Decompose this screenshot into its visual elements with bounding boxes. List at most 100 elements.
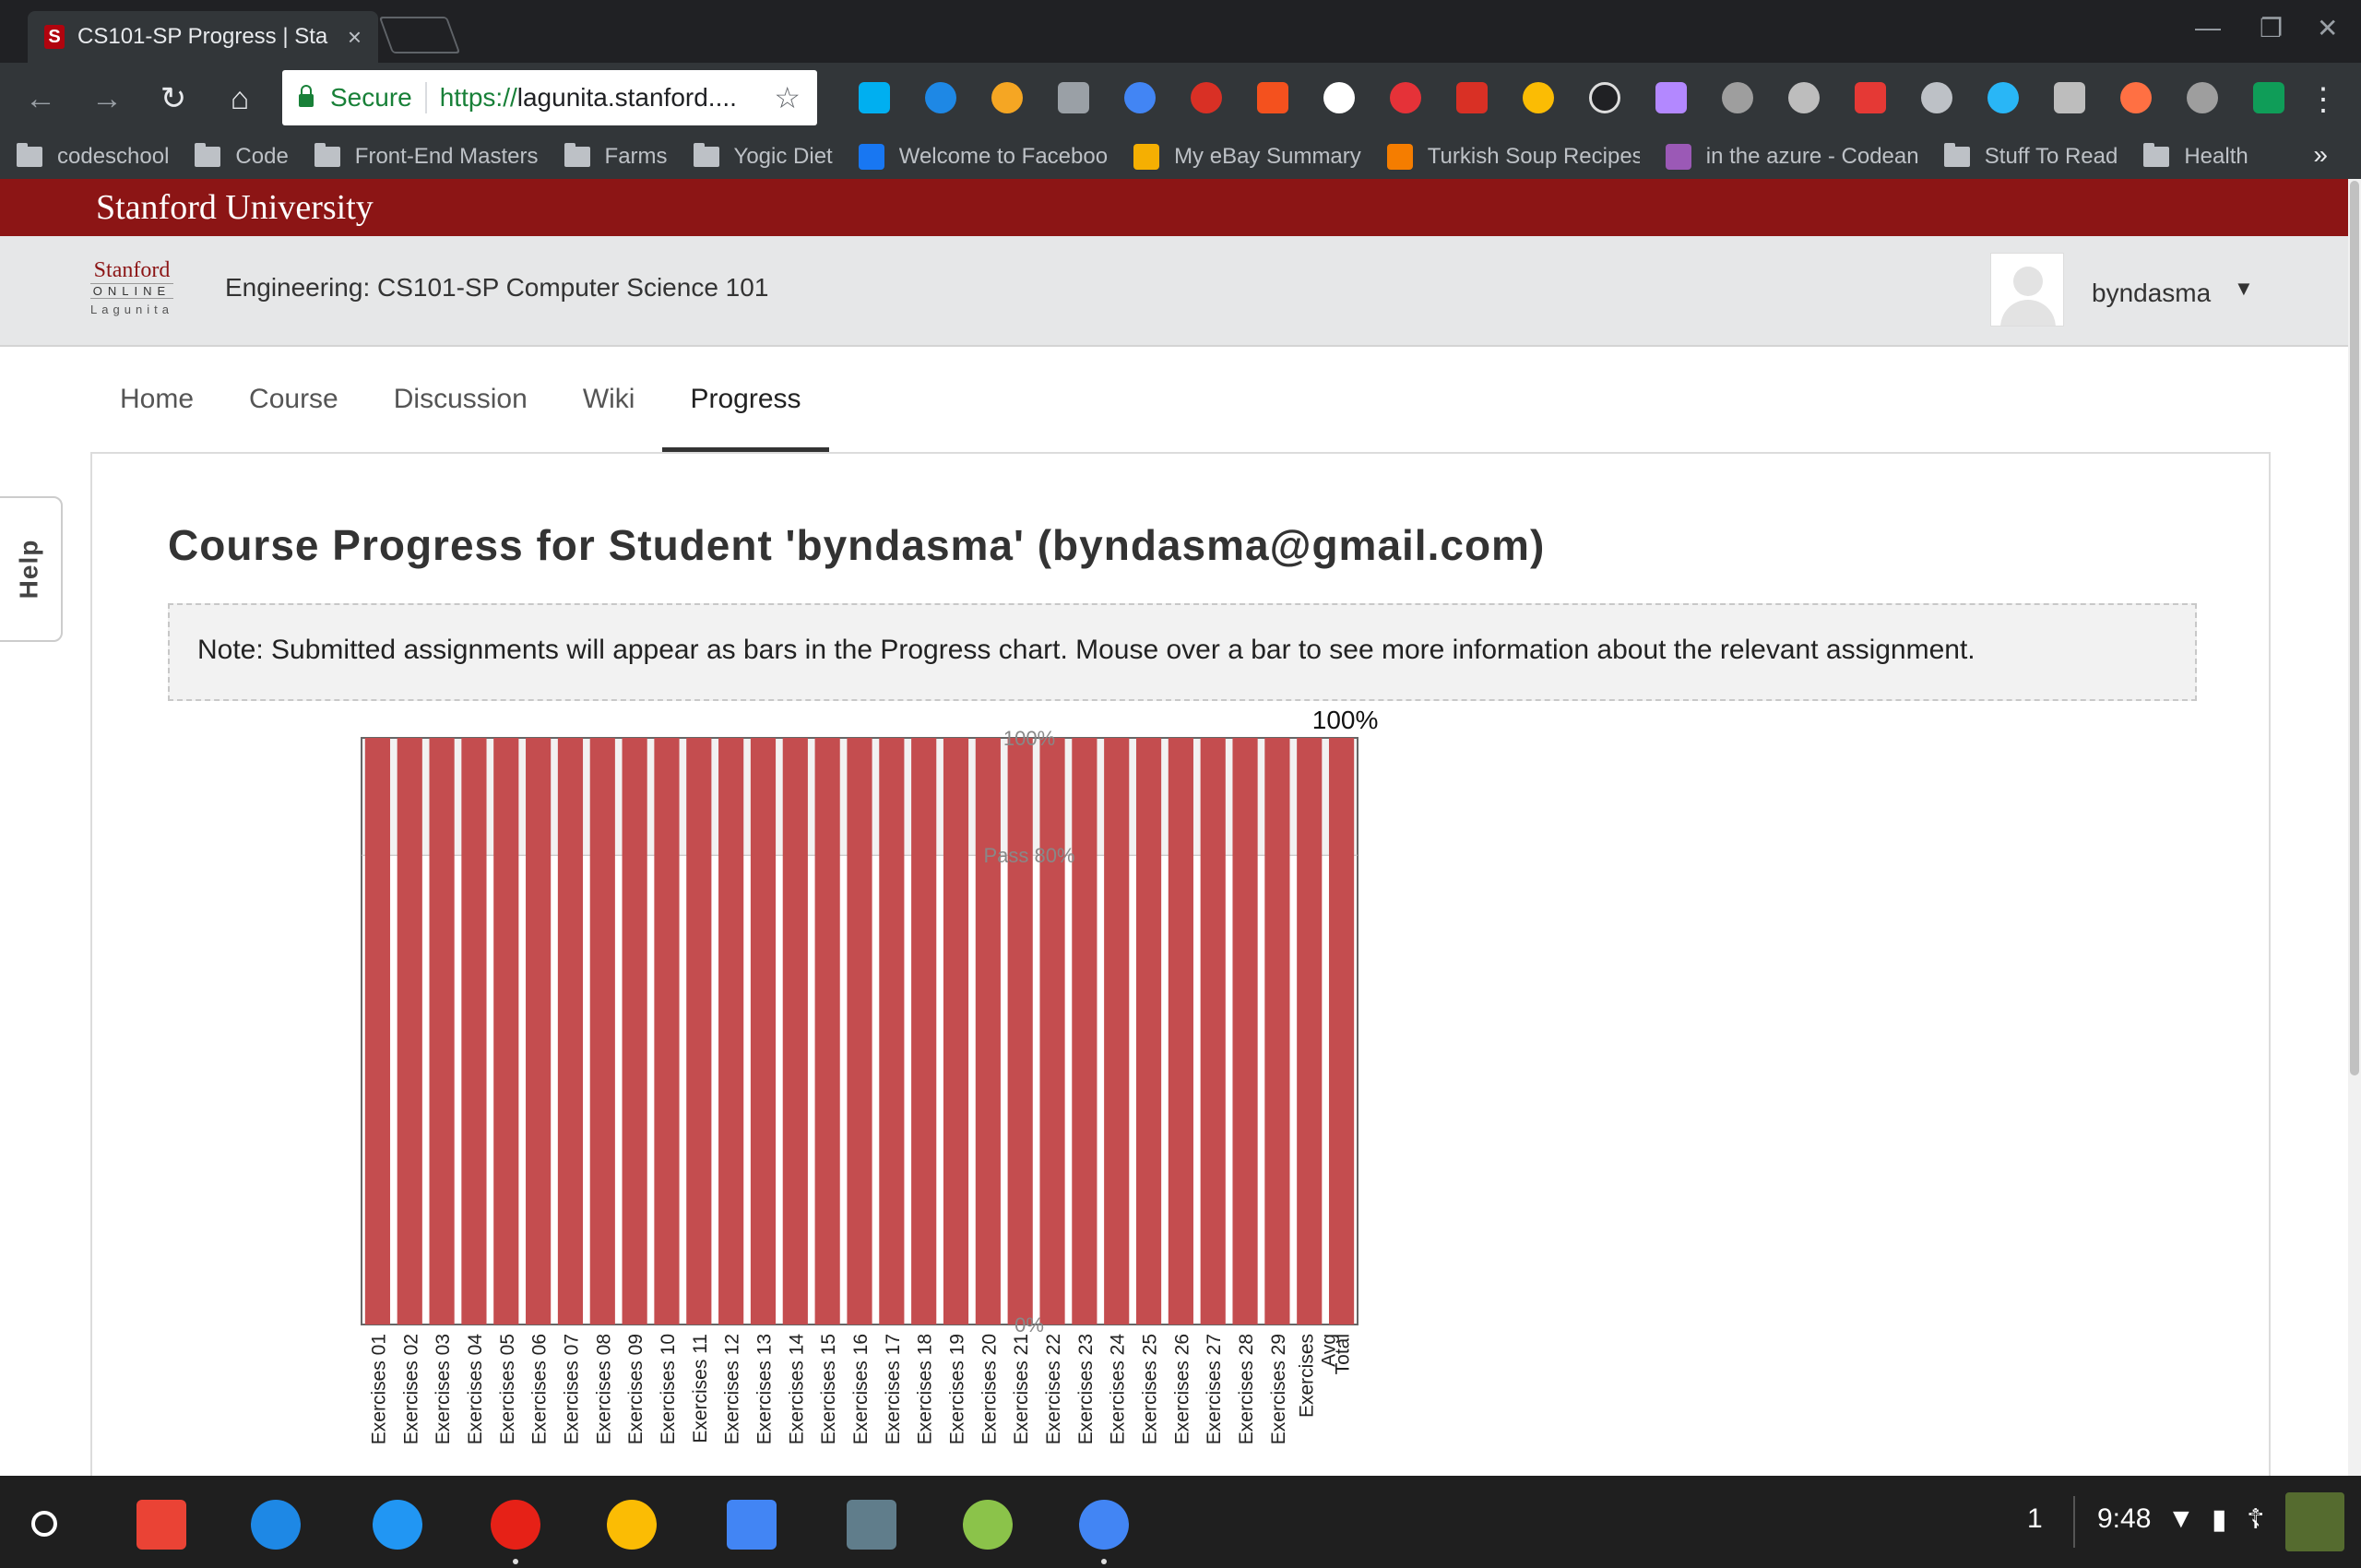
- chart-bar: [1135, 738, 1162, 1324]
- browser-tab[interactable]: S CS101-SP Progress | Sta ×: [28, 11, 378, 63]
- back-icon[interactable]: ←: [15, 73, 66, 125]
- gmail-app-icon[interactable]: [135, 1498, 188, 1551]
- scrollbar-thumb[interactable]: [2350, 181, 2359, 1075]
- skype-extension-icon[interactable]: [841, 76, 908, 120]
- chrome-app-icon[interactable]: [1077, 1498, 1131, 1564]
- y-tick-0: 0%: [1014, 1313, 1044, 1336]
- feather-extension-icon[interactable]: [1638, 76, 1704, 120]
- x-tick-label: Exercises 17: [883, 1334, 904, 1444]
- bookmark-label: Yogic Diet: [733, 144, 833, 169]
- drive-extension-icon[interactable]: [1505, 76, 1572, 120]
- ninja-extension-icon[interactable]: [1572, 76, 1638, 120]
- help-label: Help: [14, 539, 42, 600]
- x-tick-label: Exercises 03: [433, 1334, 454, 1444]
- battery-icon[interactable]: ▮: [2212, 1503, 2227, 1536]
- guitar-extension-icon[interactable]: [1240, 76, 1306, 120]
- browser-toolbar: ← → ↻ ⌂ Secure https://lagunita.stanford…: [0, 63, 2361, 135]
- user-avatar-icon[interactable]: [2285, 1492, 2344, 1551]
- chart-bar: [1104, 738, 1130, 1324]
- tab-discussion[interactable]: Discussion: [366, 347, 555, 452]
- avatar[interactable]: [1990, 253, 2064, 327]
- tab-progress[interactable]: Progress: [662, 347, 829, 452]
- username[interactable]: byndasma: [2092, 279, 2211, 308]
- codepen-icon: [1665, 144, 1691, 170]
- tab-home[interactable]: Home: [92, 347, 221, 452]
- stanford-online-logo[interactable]: Stanford ONLINE Lagunita: [90, 258, 173, 316]
- ebay-extension-icon[interactable]: [1372, 76, 1439, 120]
- x-tick-label: Exercises 08: [593, 1334, 614, 1444]
- chrome-menu-icon[interactable]: ⋮: [2308, 81, 2339, 118]
- translate-extension-icon[interactable]: [1107, 76, 1173, 120]
- help-tab[interactable]: Help: [0, 496, 63, 642]
- tab-wiki[interactable]: Wiki: [555, 347, 663, 452]
- bookmark-item[interactable]: Turkish Soup Recipes: [1386, 144, 1640, 170]
- tab-course[interactable]: Course: [221, 347, 366, 452]
- clock[interactable]: 9:48: [2097, 1503, 2151, 1535]
- react-extension-icon[interactable]: [2169, 76, 2236, 120]
- forward-icon[interactable]: →: [81, 73, 133, 125]
- nytimes-extension-icon[interactable]: [1439, 76, 1505, 120]
- maximize-icon[interactable]: ❐: [2260, 13, 2283, 43]
- bookmark-item[interactable]: Welcome to Faceboo: [858, 144, 1108, 170]
- tea-app-icon[interactable]: [961, 1498, 1014, 1551]
- bookmark-item[interactable]: Farms: [564, 143, 668, 170]
- bookmark-item[interactable]: Health: [2143, 143, 2248, 170]
- files-app-icon[interactable]: [371, 1498, 424, 1551]
- bookmark-item[interactable]: Stuff To Read: [1943, 143, 2118, 170]
- drive-app-icon[interactable]: [605, 1498, 658, 1551]
- reload-icon[interactable]: ↻: [148, 73, 199, 125]
- cs-extension-icon[interactable]: [1837, 76, 1904, 120]
- youtube-app-icon[interactable]: [489, 1498, 542, 1564]
- address-bar[interactable]: Secure https://lagunita.stanford.... ☆: [282, 70, 817, 125]
- bookmark-item[interactable]: codeschool: [17, 143, 169, 170]
- search-extension-icon[interactable]: [2036, 76, 2103, 120]
- notification-count[interactable]: 1: [2027, 1503, 2043, 1535]
- x-tick-label: Exercises 24: [1108, 1334, 1129, 1445]
- s-extension-icon[interactable]: [1704, 76, 1771, 120]
- bookmark-item[interactable]: Front-End Masters: [314, 143, 539, 170]
- home-icon[interactable]: ⌂: [214, 73, 266, 125]
- lifebuoy-extension-icon[interactable]: [2103, 76, 2169, 120]
- x-tick-label: Exercises 10: [658, 1334, 679, 1444]
- chart-bar: [750, 738, 777, 1324]
- x-tick-label: Exercises 16: [850, 1334, 872, 1444]
- bookmarks-overflow-icon[interactable]: »: [2313, 140, 2328, 170]
- close-window-icon[interactable]: ✕: [2317, 13, 2338, 43]
- tab-close-icon[interactable]: ×: [348, 23, 362, 52]
- shield-extension-icon[interactable]: [1173, 76, 1240, 120]
- url-text: https://lagunita.stanford....: [439, 83, 737, 112]
- bookmark-label: Turkish Soup Recipes: [1427, 144, 1640, 169]
- page-scrollbar[interactable]: [2348, 179, 2361, 1476]
- tray-divider: [2073, 1496, 2075, 1548]
- x-tick-label: Exercises 19: [947, 1334, 968, 1444]
- x-tick-label: Exercises 23: [1075, 1334, 1097, 1444]
- chart-bar: [718, 738, 744, 1324]
- launcher-icon[interactable]: [31, 1511, 57, 1537]
- calculator-app-icon[interactable]: [845, 1498, 898, 1551]
- bookmark-star-icon[interactable]: ☆: [774, 80, 801, 115]
- secure-label: Secure: [330, 83, 412, 112]
- bookmark-item[interactable]: Yogic Diet: [693, 143, 833, 170]
- user-menu-caret-icon[interactable]: ▼: [2234, 277, 2254, 301]
- bookmark-item[interactable]: in the azure - Codean: [1665, 144, 1918, 170]
- weather-extension-icon[interactable]: [974, 76, 1040, 120]
- chat-extension-icon[interactable]: [2236, 76, 2302, 120]
- x-tick-label: Exercises 29: [1268, 1334, 1289, 1444]
- wifi-icon[interactable]: ▼: [2167, 1503, 2195, 1535]
- new-tab-button[interactable]: [378, 17, 461, 53]
- bookmark-label: Stuff To Read: [1984, 144, 2118, 169]
- chinese-extension-icon[interactable]: [1306, 76, 1372, 120]
- chart-bar: [1328, 738, 1355, 1324]
- share-extension-icon[interactable]: [1904, 76, 1970, 120]
- weather-app-icon[interactable]: [249, 1498, 303, 1551]
- docs-app-icon[interactable]: [725, 1498, 778, 1551]
- university-name[interactable]: Stanford University: [96, 187, 374, 228]
- bookmark-item[interactable]: My eBay Summary: [1133, 144, 1361, 170]
- bookmark-item[interactable]: Code: [195, 143, 289, 170]
- accessibility-icon[interactable]: ☦: [2247, 1503, 2264, 1536]
- globe-extension-icon[interactable]: [908, 76, 974, 120]
- minimize-icon[interactable]: —: [2195, 13, 2221, 42]
- bird-extension-icon[interactable]: [1970, 76, 2036, 120]
- apple-extension-icon[interactable]: [1771, 76, 1837, 120]
- headphones-extension-icon[interactable]: [1040, 76, 1107, 120]
